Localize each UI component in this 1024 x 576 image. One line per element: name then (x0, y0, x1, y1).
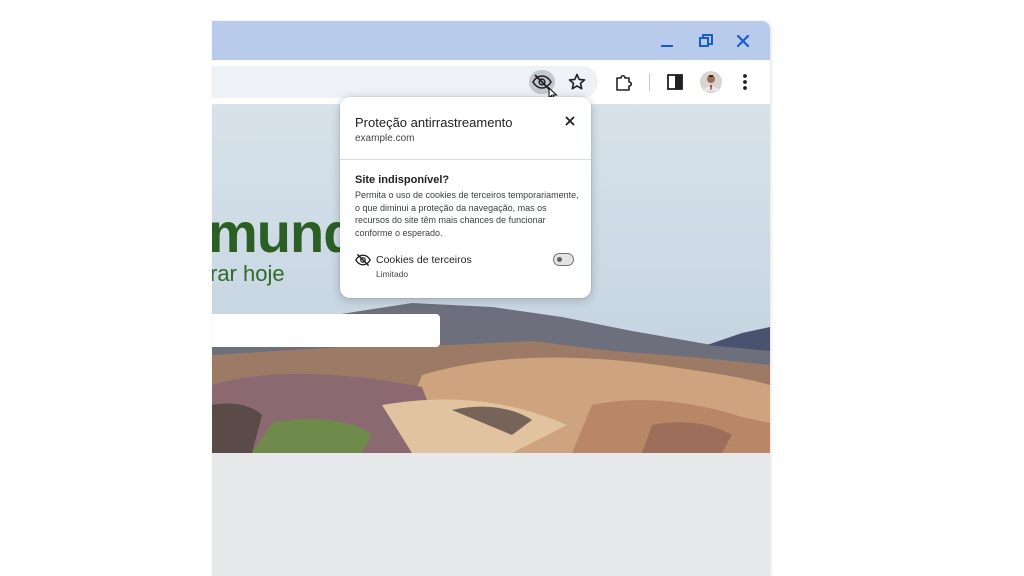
title-bar (212, 21, 770, 60)
popup-site: example.com (355, 133, 415, 144)
restore-icon (699, 34, 713, 47)
popup-title: Proteção antirrastreamento (355, 115, 513, 130)
extensions-button[interactable] (612, 70, 636, 94)
popup-heading: Site indisponível? (355, 174, 450, 186)
bookmark-button[interactable] (564, 70, 590, 94)
address-bar[interactable] (212, 66, 598, 98)
minimize-icon (661, 45, 673, 47)
close-icon (736, 34, 750, 48)
page-blank-area (212, 453, 770, 576)
tracking-protection-popup: Proteção antirrastreamento example.com S… (340, 97, 591, 298)
third-party-cookies-status: Limitado (376, 269, 409, 279)
page-search-input[interactable] (212, 314, 440, 347)
popup-close-button[interactable] (561, 112, 579, 130)
third-party-cookies-label: Cookies de terceiros (376, 254, 472, 266)
restore-button[interactable] (695, 30, 717, 52)
eye-off-icon (355, 253, 371, 267)
profile-avatar-icon (700, 71, 722, 93)
popup-divider (340, 159, 591, 160)
more-menu-button[interactable] (733, 70, 757, 94)
minimize-button[interactable] (656, 30, 678, 52)
side-panel-icon (667, 74, 683, 90)
side-panel-button[interactable] (663, 70, 687, 94)
star-icon (568, 73, 586, 90)
toolbar-divider (649, 73, 650, 91)
profile-avatar[interactable] (699, 70, 723, 94)
close-icon (565, 116, 575, 126)
puzzle-icon (616, 74, 633, 91)
third-party-cookies-toggle[interactable] (553, 253, 574, 266)
toggle-knob (557, 257, 562, 262)
more-vert-icon (743, 74, 747, 90)
close-window-button[interactable] (732, 30, 754, 52)
page-subheadline: rar hoje (212, 261, 285, 286)
popup-description: Permita o uso de cookies de terceiros te… (355, 190, 579, 238)
page-headline: mund (212, 201, 357, 264)
